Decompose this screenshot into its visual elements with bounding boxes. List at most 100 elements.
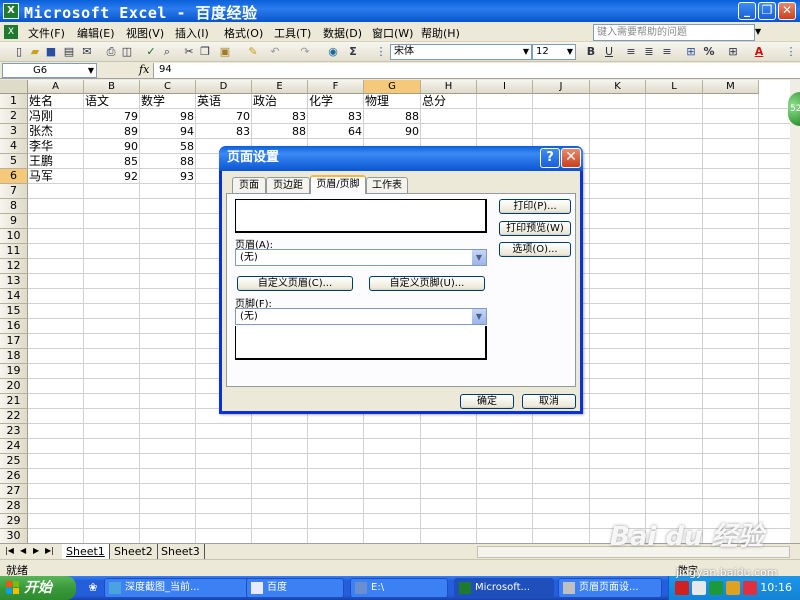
font-color-icon[interactable]: A [752, 45, 766, 59]
start-button[interactable]: 开始 [0, 576, 76, 600]
row-header-19[interactable]: 19 [0, 364, 28, 379]
column-header-f[interactable]: F [308, 80, 364, 94]
minimize-button[interactable]: _ [738, 2, 756, 20]
dialog-close-button[interactable]: ✕ [561, 148, 581, 168]
sound-icon[interactable] [726, 581, 740, 595]
task-page-setup[interactable]: 页眉页面设... [558, 578, 662, 598]
paste-icon[interactable]: ▣ [218, 45, 232, 59]
borders-icon[interactable]: ⊞ [726, 45, 740, 59]
research-icon[interactable]: ⌕ [160, 45, 174, 59]
column-header-m[interactable]: M [703, 80, 759, 94]
cell-b4[interactable]: 90 [85, 139, 140, 154]
security-icon[interactable] [709, 581, 723, 595]
help-search-input[interactable]: 键入需要帮助的问题 [593, 24, 755, 41]
row-header-27[interactable]: 27 [0, 484, 28, 499]
row-header-1[interactable]: 1 [0, 94, 28, 109]
column-header-b[interactable]: B [84, 80, 140, 94]
copy-icon[interactable]: ❐ [198, 45, 212, 59]
menu-format[interactable]: 格式(O) [224, 25, 263, 41]
cell-c4[interactable]: 58 [141, 139, 196, 154]
row-header-16[interactable]: 16 [0, 319, 28, 334]
cell-g2[interactable]: 88 [365, 109, 421, 124]
cell-f1[interactable]: 化学 [309, 94, 364, 109]
align-left-icon[interactable]: ≡ [624, 45, 638, 59]
save-icon[interactable]: ■ [44, 45, 58, 59]
row-header-13[interactable]: 13 [0, 274, 28, 289]
menu-edit[interactable]: 编辑(E) [77, 25, 115, 41]
last-sheet-icon[interactable]: ▶| [45, 546, 54, 555]
cell-g1[interactable]: 物理 [365, 94, 421, 109]
cell-a4[interactable]: 李华 [29, 139, 84, 154]
chevron-down-icon[interactable]: ▼ [471, 309, 486, 324]
column-header-i[interactable]: I [477, 80, 533, 94]
cell-e3[interactable]: 88 [253, 124, 308, 139]
row-header-15[interactable]: 15 [0, 304, 28, 319]
restore-button[interactable]: ❐ [758, 2, 776, 20]
column-header-e[interactable]: E [252, 80, 308, 94]
task-screenshot[interactable]: 深度截图_当前... [104, 578, 250, 598]
row-header-20[interactable]: 20 [0, 379, 28, 394]
cell-g3[interactable]: 90 [365, 124, 421, 139]
autosum-icon[interactable]: Σ [346, 45, 360, 59]
row-header-5[interactable]: 5 [0, 154, 28, 169]
toolbar-more-icon[interactable]: ⋮ [784, 45, 798, 59]
sheet-tab-3[interactable]: Sheet3 [157, 544, 205, 559]
column-header-d[interactable]: D [196, 80, 252, 94]
next-sheet-icon[interactable]: ▶ [33, 546, 39, 555]
underline-button[interactable]: U [602, 45, 616, 59]
align-right-icon[interactable]: ≡ [660, 45, 674, 59]
percent-button[interactable]: % [702, 45, 716, 59]
font-name-select[interactable]: 宋体 ▼ [390, 44, 532, 60]
dialog-title-bar[interactable]: 页面设置 [219, 146, 583, 171]
column-header-c[interactable]: C [140, 80, 196, 94]
cell-h1[interactable]: 总分 [422, 94, 477, 109]
first-sheet-icon[interactable]: |◀ [5, 546, 14, 555]
floating-badge[interactable]: 52 [788, 92, 800, 126]
print-preview-button[interactable]: 打印预览(W) [499, 221, 571, 236]
network-icon[interactable] [692, 581, 706, 595]
redo-icon[interactable]: ↷ [298, 45, 312, 59]
row-header-30[interactable]: 30 [0, 529, 28, 543]
row-header-26[interactable]: 26 [0, 469, 28, 484]
cell-e2[interactable]: 83 [253, 109, 308, 124]
print-preview-icon[interactable]: ◫ [120, 45, 134, 59]
row-header-9[interactable]: 9 [0, 214, 28, 229]
quick-launch-icon[interactable]: ❀ [86, 581, 100, 595]
cell-a3[interactable]: 张杰 [29, 124, 84, 139]
cell-d1[interactable]: 英语 [197, 94, 252, 109]
column-header-l[interactable]: L [646, 80, 703, 94]
cell-c6[interactable]: 93 [141, 169, 196, 184]
print-button[interactable]: 打印(P)... [499, 199, 571, 214]
tab-page[interactable]: 页面 [232, 177, 266, 193]
hyperlink-icon[interactable]: ◉ [326, 45, 340, 59]
tab-sheet[interactable]: 工作表 [366, 177, 408, 193]
menu-view[interactable]: 视图(V) [126, 25, 164, 41]
row-header-28[interactable]: 28 [0, 499, 28, 514]
font-size-select[interactable]: 12 ▼ [532, 44, 576, 60]
row-header-29[interactable]: 29 [0, 514, 28, 529]
cell-f3[interactable]: 64 [309, 124, 364, 139]
spelling-icon[interactable]: ✓ [144, 45, 158, 59]
open-icon[interactable]: ▰ [28, 45, 42, 59]
menu-data[interactable]: 数据(D) [323, 25, 362, 41]
row-header-3[interactable]: 3 [0, 124, 28, 139]
cell-d2[interactable]: 70 [197, 109, 252, 124]
cell-d3[interactable]: 83 [197, 124, 252, 139]
row-header-14[interactable]: 14 [0, 289, 28, 304]
align-center-icon[interactable]: ≣ [642, 45, 656, 59]
name-box[interactable]: G6 ▼ [2, 63, 97, 78]
vertical-scrollbar[interactable] [790, 80, 800, 543]
email-icon[interactable]: ✉ [80, 45, 94, 59]
permission-icon[interactable]: ▤ [62, 45, 76, 59]
menu-window[interactable]: 窗口(W) [372, 25, 413, 41]
task-explorer[interactable]: E:\ [350, 578, 448, 598]
update-icon[interactable] [743, 581, 757, 595]
cell-c3[interactable]: 94 [141, 124, 196, 139]
row-header-23[interactable]: 23 [0, 424, 28, 439]
cell-f2[interactable]: 83 [309, 109, 364, 124]
cell-a5[interactable]: 王鹏 [29, 154, 84, 169]
sheet-tab-1[interactable]: Sheet1 [62, 544, 110, 559]
menu-tools[interactable]: 工具(T) [274, 25, 311, 41]
undo-icon[interactable]: ↶ [268, 45, 282, 59]
options-button[interactable]: 选项(O)... [499, 242, 571, 257]
